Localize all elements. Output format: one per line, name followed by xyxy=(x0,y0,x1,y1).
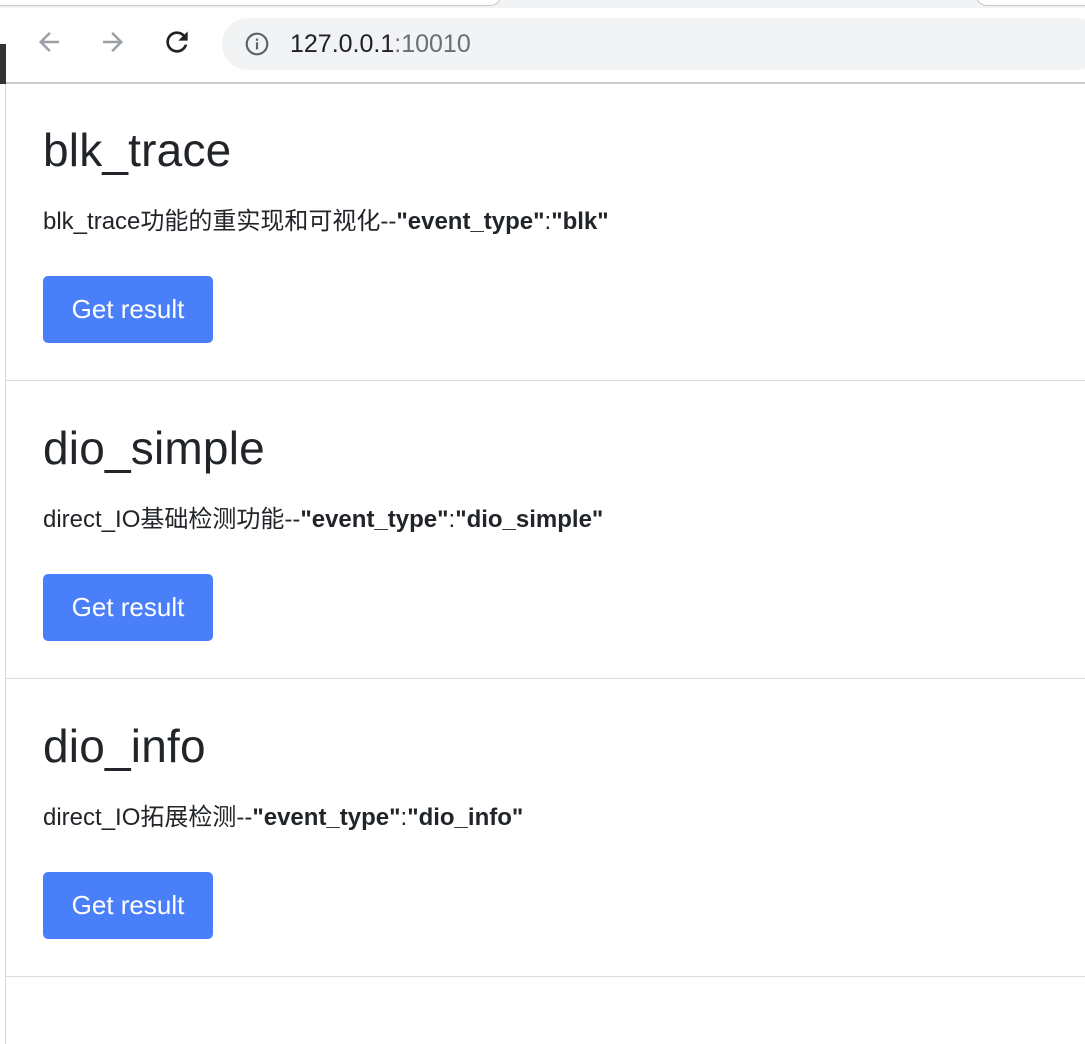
url-text[interactable]: 127.0.0.1:10010 xyxy=(290,30,471,58)
info-icon[interactable] xyxy=(244,31,270,57)
card-dio-simple: dio_simple direct_IO基础检测功能--"event_type"… xyxy=(6,382,1085,679)
browser-chrome: 127.0.0.1:10010 xyxy=(0,0,1085,84)
get-result-button[interactable]: Get result xyxy=(43,872,213,939)
desc-key: "event_type" xyxy=(300,506,449,533)
card-title: dio_simple xyxy=(43,422,265,474)
url-host: 127.0.0.1 xyxy=(290,30,395,58)
forward-arrow-icon xyxy=(103,32,123,52)
back-button[interactable] xyxy=(29,22,69,62)
card-blk-trace: blk_trace blk_trace功能的重实现和可视化--"event_ty… xyxy=(6,84,1085,381)
address-bar[interactable]: 127.0.0.1:10010 xyxy=(222,18,1085,70)
card-description: blk_trace功能的重实现和可视化--"event_type":"blk" xyxy=(43,206,609,238)
back-arrow-icon xyxy=(39,32,59,52)
reload-button[interactable] xyxy=(157,22,197,62)
reload-icon xyxy=(166,31,188,53)
desc-key: "event_type" xyxy=(252,804,401,831)
desc-text: direct_IO拓展检测-- xyxy=(43,804,253,831)
card-description: direct_IO拓展检测--"event_type":"dio_info" xyxy=(43,802,523,834)
url-port: :10010 xyxy=(394,30,471,58)
desc-text: blk_trace功能的重实现和可视化-- xyxy=(43,208,397,235)
card-description: direct_IO基础检测功能--"event_type":"dio_simpl… xyxy=(43,504,603,536)
tab-strip xyxy=(0,0,1085,8)
card-title: blk_trace xyxy=(43,124,232,176)
desc-text: direct_IO基础检测功能-- xyxy=(43,506,301,533)
card-title: dio_info xyxy=(43,720,206,772)
active-tab[interactable] xyxy=(0,0,502,6)
card-dio-info: dio_info direct_IO拓展检测--"event_type":"di… xyxy=(6,680,1085,977)
get-result-button[interactable]: Get result xyxy=(43,276,213,343)
desc-value: "dio_simple" xyxy=(455,506,604,533)
page-content: blk_trace blk_trace功能的重实现和可视化--"event_ty… xyxy=(6,84,1085,1003)
desc-key: "event_type" xyxy=(396,208,545,235)
desc-value: "dio_info" xyxy=(407,804,524,831)
adjacent-tab[interactable] xyxy=(975,0,1085,6)
desc-value: "blk" xyxy=(551,208,609,235)
get-result-button[interactable]: Get result xyxy=(43,574,213,641)
forward-button[interactable] xyxy=(93,22,133,62)
browser-toolbar: 127.0.0.1:10010 xyxy=(0,8,1085,82)
